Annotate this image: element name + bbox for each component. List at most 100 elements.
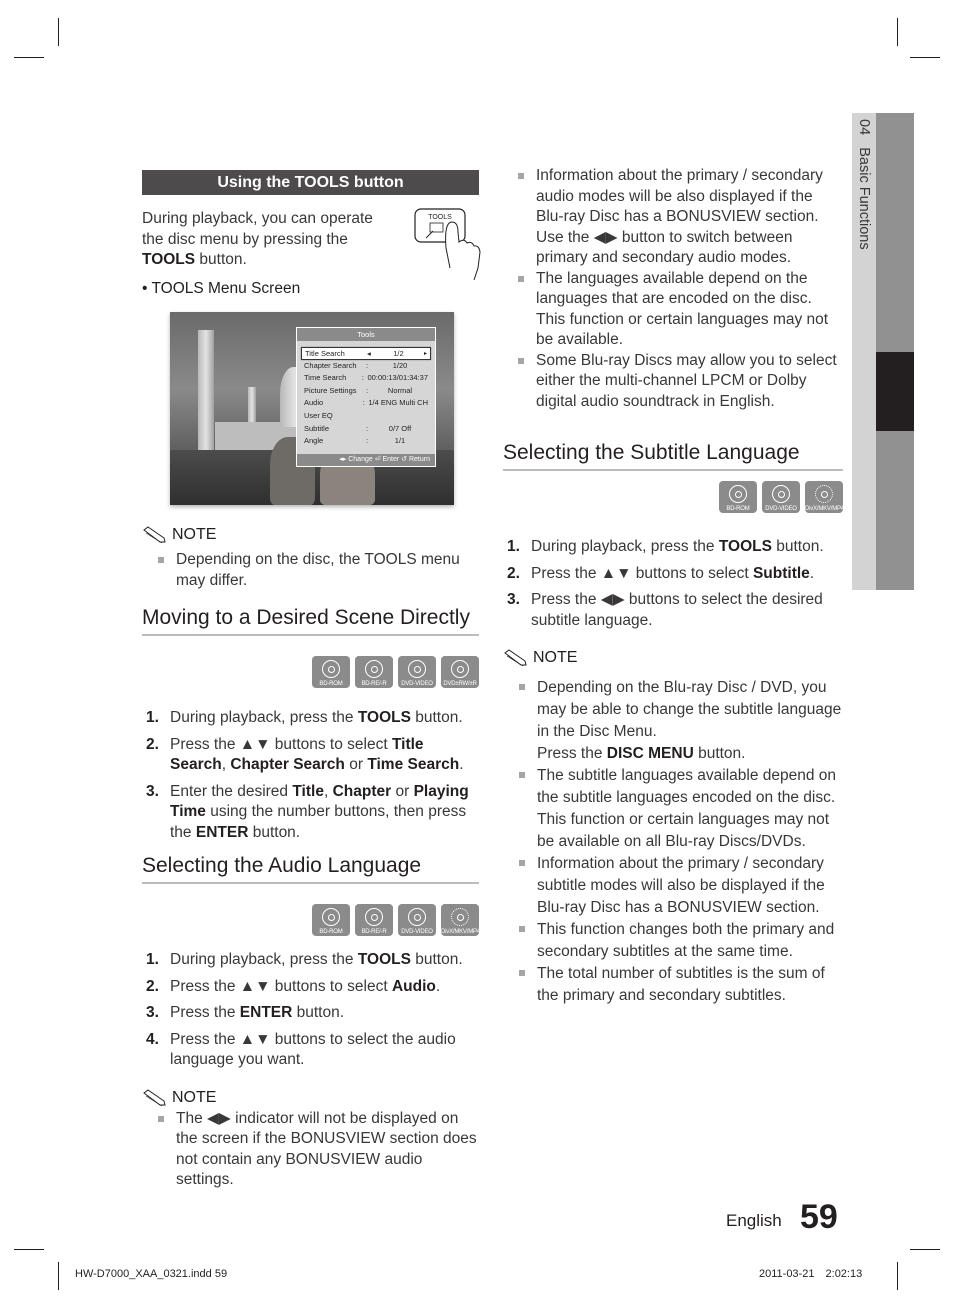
- note-item: The total number of subtitles is the sum…: [503, 963, 843, 1007]
- step-item: 3. Enter the desired Title, Chapter or Pl…: [142, 782, 479, 844]
- disc-type-icon: BD-RE/-R: [355, 904, 393, 936]
- tools-menu-row[interactable]: Subtitle:0/7 Off: [301, 423, 431, 436]
- menu-row-key: Title Search: [305, 349, 345, 358]
- audio-section-title: Selecting the Audio Language: [142, 853, 479, 884]
- note-heading: NOTE: [503, 649, 843, 667]
- chapter-side-tab: 04 Basic Functions: [852, 113, 914, 590]
- step-number: 3.: [146, 1004, 159, 1021]
- disc-icon-glyph: [408, 908, 426, 926]
- note-pencil-icon: [143, 526, 166, 544]
- disc-icon-glyph: [729, 485, 747, 503]
- disc-type-icon: DivX/MKV/MP4: [805, 481, 844, 513]
- tools-menu-row[interactable]: Angle:1/1: [301, 435, 431, 448]
- subtitle-steps: 1. During playback, press the TOOLS butto…: [503, 537, 843, 631]
- step-number: 1.: [146, 709, 159, 726]
- menu-row-key: Chapter Search: [304, 360, 357, 370]
- chapter-number: 04: [856, 119, 872, 136]
- step-text: Press the ▲▼ buttons to select Title Sea…: [170, 735, 464, 774]
- bold-term: ENTER: [239, 1004, 293, 1021]
- step-number: 3.: [507, 591, 520, 608]
- step-text: Press the ▲▼ buttons to select Subtitle.: [531, 564, 815, 582]
- disc-type-label: DVD-VIDEO: [401, 681, 433, 687]
- step-number: 1.: [507, 538, 520, 555]
- step-number: 4.: [146, 1030, 159, 1048]
- slug-timestamp: 2011-03-21 2:02:13: [759, 1268, 862, 1280]
- bold-term: Title: [292, 782, 324, 800]
- slug-filename: HW-D7000_XAA_0321.indd 59: [75, 1268, 228, 1280]
- tools-notes: Depending on the disc, the TOOLS menu ma…: [142, 550, 479, 591]
- step-text: Press the ◀▶ buttons to select the desir…: [531, 591, 823, 629]
- tools-menu-footer: ◂▸ Change ⏎ Enter ↺ Return: [297, 454, 435, 466]
- step-number: 3.: [146, 782, 159, 800]
- tools-menu-row[interactable]: Picture Settings: Normal: [301, 385, 431, 398]
- disc-type-label: BD-ROM: [319, 681, 343, 687]
- tools-menu-rows: Title Search ◂ 1/2 ▸ Chapter Search:1/20 Time…: [297, 341, 435, 448]
- tools-menu-row[interactable]: Title Search ◂ 1/2 ▸: [301, 347, 431, 360]
- tools-menu-overlay: Tools Title Search ◂ 1/2 ▸ Chapter Search:1/…: [296, 327, 436, 467]
- disc-type-label: BD-RE/-R: [361, 929, 387, 935]
- scene-disc-icons: BD-ROM BD-RE/-R DVD-VIDEO DVD±RW/±R: [142, 656, 479, 688]
- disc-type-icon: BD-ROM: [312, 656, 350, 688]
- disc-type-label: DivX/MKV/MP4: [441, 929, 480, 935]
- step-text: During playback, press the TOOLS button.: [170, 951, 463, 968]
- crop-mark: [897, 1262, 898, 1290]
- disc-icon-glyph: [365, 908, 383, 926]
- disc-type-icon: DVD-VIDEO: [762, 481, 800, 513]
- menu-row-value: 0/7 Off: [388, 423, 412, 433]
- hand-pressing-icon: TOOLS: [414, 208, 481, 281]
- svg-text:TOOLS: TOOLS: [428, 214, 452, 221]
- disc-type-label: BD-ROM: [726, 506, 750, 512]
- disc-icon-glyph: [365, 660, 383, 678]
- intro-bold: TOOLS: [142, 251, 196, 268]
- step-item: 3. Press the ENTER button.: [142, 1003, 479, 1024]
- bold-term: Time Search: [367, 756, 460, 773]
- disc-icon-glyph: [451, 908, 469, 926]
- crop-mark: [910, 1249, 940, 1250]
- disc-icon-glyph: [815, 485, 833, 503]
- subtitle-disc-icons: BD-ROM DVD-VIDEO DivX/MKV/MP4: [503, 481, 844, 513]
- note-item: Depending on the disc, the TOOLS menu ma…: [142, 550, 479, 591]
- tools-menu-row[interactable]: Audio:1/4 ENG Multi CH: [301, 397, 431, 410]
- step-text: Press the ▲▼ buttons to select the audio…: [170, 1030, 456, 1069]
- subtitle-notes: Depending on the Blu-ray Disc / DVD, you…: [503, 677, 843, 1007]
- menu-row-value: 00:00:13/01:34:37: [367, 373, 428, 383]
- crop-mark: [14, 1249, 44, 1250]
- tools-remote-button-illustration: TOOLS: [414, 208, 484, 283]
- step-number: 1.: [146, 951, 159, 968]
- note-item: The subtitle languages available depend …: [503, 765, 843, 853]
- tools-section-title: Using the TOOLS button: [142, 170, 479, 195]
- menu-row-key: Time Search: [304, 373, 347, 383]
- bold-term: Chapter: [332, 782, 392, 800]
- footer-language: English: [726, 1211, 782, 1230]
- crop-mark: [910, 57, 940, 58]
- tools-menu-row[interactable]: User EQ: [301, 410, 431, 423]
- note-item: The ◀▶ indicator will not be displayed o…: [142, 1109, 479, 1191]
- step-number: 2.: [507, 564, 520, 582]
- step-item: 2. Press the ▲▼ buttons to select Title S…: [142, 735, 479, 776]
- page-number: 59: [800, 1198, 838, 1236]
- subtitle-section-title: Selecting the Subtitle Language: [503, 440, 843, 471]
- menu-row-key: User EQ: [304, 410, 333, 420]
- menu-row-key: Picture Settings: [304, 385, 357, 395]
- bold-term: TOOLS: [357, 951, 411, 968]
- disc-type-icon: BD-ROM: [312, 904, 350, 936]
- step-text: During playback, press the TOOLS button.: [531, 538, 824, 555]
- bold-term: Audio: [391, 977, 436, 995]
- crop-mark: [58, 18, 59, 46]
- disc-icon-glyph: [322, 908, 340, 926]
- left-column: Using the TOOLS button During playback, …: [142, 170, 481, 299]
- step-text: Press the ▲▼ buttons to select Audio.: [170, 977, 441, 995]
- note-item: Information about the primary / secondar…: [503, 853, 843, 919]
- note-item: The languages available depend on the la…: [502, 269, 843, 351]
- disc-type-icon: BD-ROM: [719, 481, 757, 513]
- right-column: Information about the primary / secondar…: [502, 166, 844, 1007]
- tools-menu-row[interactable]: Chapter Search:1/20: [301, 360, 431, 373]
- menu-row-value: [372, 410, 428, 423]
- slug-date: 2011-03-21: [759, 1268, 815, 1280]
- menu-row-value: 1/1: [394, 436, 406, 446]
- tools-menu-row[interactable]: Time Search:00:00:13/01:34:37: [301, 372, 431, 385]
- scene-steps: 1. During playback, press the TOOLS butto…: [142, 708, 479, 843]
- step-item: 4. Press the ▲▼ buttons to select the aud…: [142, 1030, 479, 1071]
- step-item: 2. Press the ▲▼ buttons to select Subtitl…: [503, 564, 843, 585]
- step-text: During playback, press the TOOLS button.: [170, 709, 463, 726]
